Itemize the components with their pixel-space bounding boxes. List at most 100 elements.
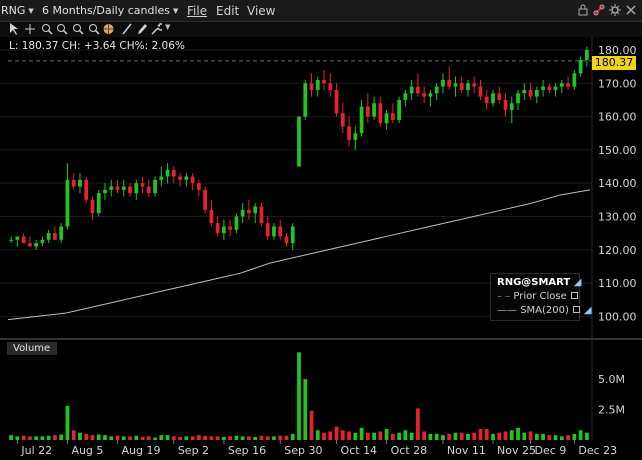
zoom-fit-icon[interactable] — [88, 22, 100, 36]
candle-body — [265, 223, 270, 237]
candle-body — [409, 86, 414, 94]
price-chart[interactable]: 180.00170.00160.00150.00140.00130.00120.… — [0, 36, 642, 460]
candle-body — [322, 79, 326, 84]
price-tick-label: 150.00 — [598, 144, 637, 157]
date-tick-label: Aug 5 — [71, 444, 103, 457]
volume-bar — [353, 432, 358, 440]
volume-bar — [297, 352, 301, 440]
link-icon[interactable] — [592, 3, 606, 17]
lock-icon[interactable] — [576, 3, 590, 17]
settings-icon[interactable] — [608, 3, 622, 17]
date-tick-label: Nov 25 — [497, 444, 536, 457]
volume-axis: 5.0M 2.5M — [598, 373, 625, 416]
volume-bar — [215, 436, 220, 440]
candle-body — [65, 179, 70, 227]
candle-body — [165, 169, 170, 177]
chevron-down-icon: ▼ — [28, 7, 34, 15]
legend-item-prior-close[interactable]: – – Prior Close — [497, 291, 578, 302]
volume-bar — [390, 433, 395, 440]
date-tick-label: Sep 30 — [284, 444, 322, 457]
volume-bar — [171, 436, 176, 440]
tools-dropdown-icon[interactable]: ▼ — [165, 23, 170, 31]
volume-bar — [516, 427, 520, 440]
candle-body — [215, 223, 220, 234]
volume-bar — [134, 435, 139, 440]
date-tick-label: Oct 14 — [341, 444, 378, 457]
menu-view[interactable]: View — [247, 4, 275, 18]
date-tick-label: Dec 9 — [535, 444, 567, 457]
period-label: 6 Months/Daily candles — [42, 4, 171, 17]
volume-bar — [90, 435, 95, 440]
volume-bar — [253, 436, 258, 440]
volume-bar — [409, 432, 414, 440]
checkbox-icon — [570, 292, 578, 299]
volume-bar — [228, 436, 233, 440]
chart-legend[interactable]: RNG@SMART ◢ – – Prior Close —— SMA(200) ◢ — [490, 273, 592, 321]
candles-layer — [9, 46, 589, 250]
candle-body — [534, 89, 539, 97]
volume-bar — [484, 429, 489, 440]
candle-body — [547, 86, 552, 90]
zoom-in-icon[interactable] — [41, 22, 53, 36]
legend-item-sma[interactable]: —— SMA(200) ◢ — [497, 305, 592, 316]
candle-body — [115, 186, 120, 190]
volume-bar — [240, 436, 245, 440]
period-selector[interactable]: 6 Months/Daily candles ▼ — [42, 4, 178, 17]
zoom-out-icon[interactable] — [56, 22, 68, 36]
candle-body — [478, 86, 483, 97]
volume-bar — [309, 410, 314, 440]
volume-bar — [434, 433, 439, 440]
volume-bar — [403, 430, 408, 440]
candle-body — [9, 239, 14, 241]
menu-file-label: File — [187, 4, 208, 18]
candle-body — [278, 226, 283, 237]
volume-bar — [441, 435, 445, 440]
symbol-selector[interactable]: RNG ▼ — [1, 4, 34, 17]
candle-body — [403, 93, 408, 100]
volume-bar — [303, 379, 308, 440]
volume-bar — [121, 436, 126, 440]
candle-body — [522, 89, 527, 94]
volume-bar — [84, 433, 89, 440]
candle-body — [472, 83, 477, 87]
candle-body — [247, 209, 251, 214]
volume-bar — [59, 434, 64, 440]
candle-body — [184, 176, 189, 180]
menu-edit[interactable]: Edit — [216, 4, 239, 18]
price-tick-label: 120.00 — [598, 244, 637, 257]
price-tick-label: 140.00 — [598, 177, 637, 190]
candle-body — [334, 89, 339, 114]
zoom-reset-icon[interactable] — [72, 22, 84, 36]
candle-body — [516, 93, 520, 104]
volume-bar — [315, 430, 320, 440]
volume-bar — [53, 435, 57, 440]
candle-body — [234, 216, 239, 230]
annotate-icon[interactable] — [136, 22, 148, 36]
crosshair-icon[interactable] — [24, 22, 36, 36]
close-icon[interactable] — [624, 3, 638, 17]
candle-body — [272, 226, 276, 237]
volume-bar — [334, 426, 339, 440]
date-tick-label: Dec 23 — [578, 444, 617, 457]
volume-bar — [272, 436, 276, 440]
volume-bar — [21, 435, 26, 440]
candle-body — [491, 93, 495, 104]
volume-bar — [247, 436, 251, 440]
volume-bar — [40, 436, 45, 440]
candle-body — [290, 226, 295, 244]
target-icon[interactable] — [102, 22, 115, 36]
chevron-down-icon: ▼ — [173, 7, 179, 15]
candle-body — [159, 176, 164, 180]
menu-file[interactable]: File — [187, 4, 207, 18]
legend-title: RNG@SMART ◢ — [497, 277, 582, 288]
line-tool-icon[interactable] — [121, 22, 133, 36]
candle-body — [15, 236, 20, 240]
last-price-tag: 180.37 — [592, 56, 636, 70]
candle-body — [96, 193, 101, 214]
wrench-icon[interactable] — [150, 22, 162, 36]
pointer-icon[interactable] — [8, 22, 20, 36]
candle-body — [146, 186, 151, 194]
volume-bar — [541, 433, 545, 440]
candle-body — [84, 179, 89, 200]
candle-body — [497, 93, 502, 100]
